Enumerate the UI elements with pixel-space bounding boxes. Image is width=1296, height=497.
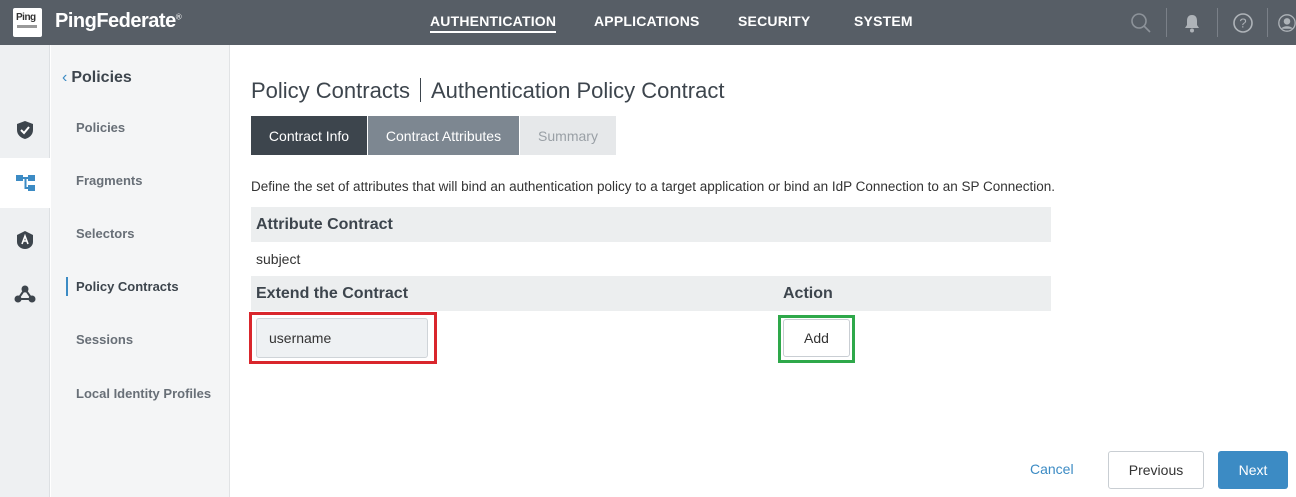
attribute-contract-header: Attribute Contract xyxy=(251,207,1051,242)
extend-contract-header: Extend the Contract Action xyxy=(251,276,1051,311)
rail-hierarchy-icon[interactable] xyxy=(0,158,51,208)
top-bar: Ping PingFederate® AUTHENTICATION APPLIC… xyxy=(0,0,1296,45)
extend-contract-label: Extend the Contract xyxy=(256,285,409,302)
icon-rail xyxy=(0,45,51,497)
svg-text:?: ? xyxy=(1239,15,1246,30)
bell-icon[interactable] xyxy=(1178,0,1206,45)
attribute-contract-label: Attribute Contract xyxy=(256,216,393,233)
nav-security[interactable]: SECURITY xyxy=(738,13,810,29)
header-divider xyxy=(1217,8,1218,37)
badge-icon xyxy=(17,231,33,249)
ping-logo[interactable]: Ping xyxy=(13,8,42,37)
header-divider xyxy=(1267,8,1268,37)
previous-button[interactable]: Previous xyxy=(1108,451,1204,489)
page-description: Define the set of attributes that will b… xyxy=(251,179,1056,194)
nav-authentication[interactable]: AUTHENTICATION xyxy=(430,13,557,33)
attribute-row-subject: subject xyxy=(256,251,301,267)
search-icon[interactable] xyxy=(1126,0,1156,45)
subnav-item-sessions[interactable]: Sessions xyxy=(76,332,133,347)
rail-shield-check-icon[interactable] xyxy=(0,105,50,155)
brand-mark: ® xyxy=(175,12,182,22)
subnav-item-fragments[interactable]: Fragments xyxy=(76,173,142,188)
header-divider xyxy=(1166,8,1167,37)
hierarchy-icon xyxy=(15,175,35,191)
network-icon xyxy=(14,285,36,303)
title-divider xyxy=(419,78,421,102)
chevron-left-icon: ‹ xyxy=(62,69,68,86)
tab-contract-info[interactable]: Contract Info xyxy=(251,116,367,155)
nav-system[interactable]: SYSTEM xyxy=(854,13,913,29)
breadcrumb-parent[interactable]: Policy Contracts xyxy=(251,78,410,103)
rail-badge-icon[interactable] xyxy=(0,215,50,265)
brand-name: PingFederate® xyxy=(55,10,182,33)
logo-underline xyxy=(17,25,37,28)
logo-text: Ping xyxy=(16,12,36,23)
user-icon[interactable] xyxy=(1278,0,1296,45)
subnav-item-local-identity-profiles[interactable]: Local Identity Profiles xyxy=(76,386,211,401)
subnav-title-text: Policies xyxy=(71,69,132,86)
tab-contract-attributes[interactable]: Contract Attributes xyxy=(368,116,519,155)
subnav-item-selectors[interactable]: Selectors xyxy=(76,226,135,241)
brand-text: PingFederate xyxy=(55,10,176,32)
breadcrumb-current: Authentication Policy Contract xyxy=(430,78,725,103)
nav-applications[interactable]: APPLICATIONS xyxy=(594,13,700,29)
page-title: Policy Contracts Authentication Policy Co… xyxy=(251,78,724,104)
subnav-item-policies[interactable]: Policies xyxy=(76,120,125,135)
cancel-link[interactable]: Cancel xyxy=(1030,461,1074,477)
tab-summary: Summary xyxy=(520,116,616,155)
help-icon[interactable]: ? xyxy=(1229,0,1257,45)
subnav-back-link[interactable]: ‹ Policies xyxy=(62,69,132,87)
action-label: Action xyxy=(783,285,833,302)
next-button[interactable]: Next xyxy=(1218,451,1288,489)
secondary-nav: ‹ Policies Policies Fragments Selectors P… xyxy=(51,45,230,497)
rail-network-icon[interactable] xyxy=(0,269,50,319)
shield-check-icon xyxy=(17,121,33,139)
extend-contract-input[interactable] xyxy=(256,318,428,358)
subnav-item-policy-contracts[interactable]: Policy Contracts xyxy=(66,277,179,296)
add-button[interactable]: Add xyxy=(783,319,850,357)
